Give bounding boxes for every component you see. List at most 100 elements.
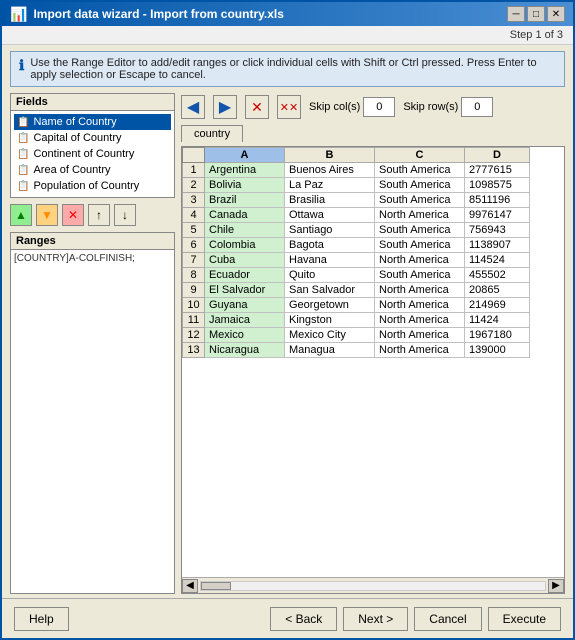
cell-a[interactable]: Bolivia: [205, 178, 285, 193]
data-grid: A B C D 1 Argentina Buenos Aires South A…: [182, 147, 530, 358]
cell-b[interactable]: Bagota: [285, 238, 375, 253]
cell-b[interactable]: San Salvador: [285, 283, 375, 298]
cell-a[interactable]: Nicaragua: [205, 343, 285, 358]
col-header-c[interactable]: C: [375, 148, 465, 163]
field-item[interactable]: 📋 Name of Country: [14, 114, 171, 130]
cell-a[interactable]: Ecuador: [205, 268, 285, 283]
cell-d[interactable]: 11424: [465, 313, 530, 328]
cell-d[interactable]: 455502: [465, 268, 530, 283]
cell-c[interactable]: North America: [375, 253, 465, 268]
cell-d[interactable]: 1138907: [465, 238, 530, 253]
cell-a[interactable]: Jamaica: [205, 313, 285, 328]
cell-b[interactable]: Managua: [285, 343, 375, 358]
table-row: 4 Canada Ottawa North America 9976147: [183, 208, 530, 223]
cancel-button[interactable]: Cancel: [414, 607, 481, 631]
cell-a[interactable]: El Salvador: [205, 283, 285, 298]
table-row: 6 Colombia Bagota South America 1138907: [183, 238, 530, 253]
cell-c[interactable]: South America: [375, 193, 465, 208]
cell-d[interactable]: 1967180: [465, 328, 530, 343]
move-down-button[interactable]: ↓: [114, 204, 136, 226]
cell-b[interactable]: Santiago: [285, 223, 375, 238]
field-icon: 📋: [17, 149, 29, 160]
cell-a[interactable]: Brazil: [205, 193, 285, 208]
cell-c[interactable]: North America: [375, 298, 465, 313]
cell-b[interactable]: Brasilia: [285, 193, 375, 208]
col-header-a[interactable]: A: [205, 148, 285, 163]
app-icon: 📊: [10, 6, 27, 23]
skip-rows-input[interactable]: [461, 97, 493, 117]
cell-d[interactable]: 20865: [465, 283, 530, 298]
cell-d[interactable]: 114524: [465, 253, 530, 268]
col-header-d[interactable]: D: [465, 148, 530, 163]
cell-c[interactable]: North America: [375, 208, 465, 223]
field-item[interactable]: 📋 Continent of Country: [14, 146, 171, 162]
cell-b[interactable]: Havana: [285, 253, 375, 268]
row-number: 9: [183, 283, 205, 298]
cell-c[interactable]: North America: [375, 328, 465, 343]
cell-a[interactable]: Guyana: [205, 298, 285, 313]
field-item[interactable]: 📋 Capital of Country: [14, 130, 171, 146]
table-row: 5 Chile Santiago South America 756943: [183, 223, 530, 238]
horizontal-scrollbar[interactable]: ◀ ▶: [182, 577, 564, 593]
close-button[interactable]: ✕: [547, 6, 565, 22]
cell-b[interactable]: Quito: [285, 268, 375, 283]
field-item[interactable]: 📋 Population of Country: [14, 178, 171, 194]
cell-a[interactable]: Chile: [205, 223, 285, 238]
cell-d[interactable]: 214969: [465, 298, 530, 313]
cell-a[interactable]: Mexico: [205, 328, 285, 343]
cell-b[interactable]: Ottawa: [285, 208, 375, 223]
info-bar: ℹ Use the Range Editor to add/edit range…: [10, 51, 565, 87]
help-button[interactable]: Help: [14, 607, 69, 631]
nav-right-button[interactable]: ▶: [213, 95, 237, 119]
footer-right: < Back Next > Cancel Execute: [270, 607, 561, 631]
fields-box: Fields 📋 Name of Country 📋 Capital of Co…: [10, 93, 175, 198]
cell-c[interactable]: North America: [375, 283, 465, 298]
maximize-button[interactable]: □: [527, 6, 545, 22]
scroll-thumb[interactable]: [201, 582, 231, 590]
cell-c[interactable]: North America: [375, 313, 465, 328]
execute-button[interactable]: Execute: [488, 607, 561, 631]
back-button[interactable]: < Back: [270, 607, 337, 631]
col-header-b[interactable]: B: [285, 148, 375, 163]
table-row: 12 Mexico Mexico City North America 1967…: [183, 328, 530, 343]
add-orange-button[interactable]: ▼: [36, 204, 58, 226]
cell-d[interactable]: 2777615: [465, 163, 530, 178]
cell-a[interactable]: Canada: [205, 208, 285, 223]
delete-button[interactable]: ✕: [245, 95, 269, 119]
cell-d[interactable]: 8511196: [465, 193, 530, 208]
cell-a[interactable]: Colombia: [205, 238, 285, 253]
cell-a[interactable]: Cuba: [205, 253, 285, 268]
cell-d[interactable]: 1098575: [465, 178, 530, 193]
cell-b[interactable]: La Paz: [285, 178, 375, 193]
skip-cols-input[interactable]: [363, 97, 395, 117]
move-buttons: ▲ ▼ ✕ ↑ ↓: [10, 202, 175, 228]
scroll-track: [200, 581, 546, 591]
cell-c[interactable]: South America: [375, 238, 465, 253]
cell-c[interactable]: South America: [375, 178, 465, 193]
cell-b[interactable]: Mexico City: [285, 328, 375, 343]
cell-c[interactable]: South America: [375, 223, 465, 238]
cell-c[interactable]: South America: [375, 163, 465, 178]
nav-left-button[interactable]: ◀: [181, 95, 205, 119]
cell-b[interactable]: Buenos Aires: [285, 163, 375, 178]
delete-all-button[interactable]: ✕✕: [277, 95, 301, 119]
cell-d[interactable]: 139000: [465, 343, 530, 358]
cell-c[interactable]: North America: [375, 343, 465, 358]
move-up-button[interactable]: ↑: [88, 204, 110, 226]
cell-b[interactable]: Georgetown: [285, 298, 375, 313]
cell-c[interactable]: South America: [375, 268, 465, 283]
grid-container: A B C D 1 Argentina Buenos Aires South A…: [181, 146, 565, 594]
cell-d[interactable]: 9976147: [465, 208, 530, 223]
next-button[interactable]: Next >: [343, 607, 408, 631]
grid-scroll[interactable]: A B C D 1 Argentina Buenos Aires South A…: [182, 147, 564, 577]
cell-b[interactable]: Kingston: [285, 313, 375, 328]
scroll-right-btn[interactable]: ▶: [548, 579, 564, 593]
tab-country[interactable]: country: [181, 125, 243, 142]
add-green-button[interactable]: ▲: [10, 204, 32, 226]
field-item[interactable]: 📋 Area of Country: [14, 162, 171, 178]
remove-button[interactable]: ✕: [62, 204, 84, 226]
cell-d[interactable]: 756943: [465, 223, 530, 238]
cell-a[interactable]: Argentina: [205, 163, 285, 178]
scroll-left-btn[interactable]: ◀: [182, 579, 198, 593]
minimize-button[interactable]: ─: [507, 6, 525, 22]
